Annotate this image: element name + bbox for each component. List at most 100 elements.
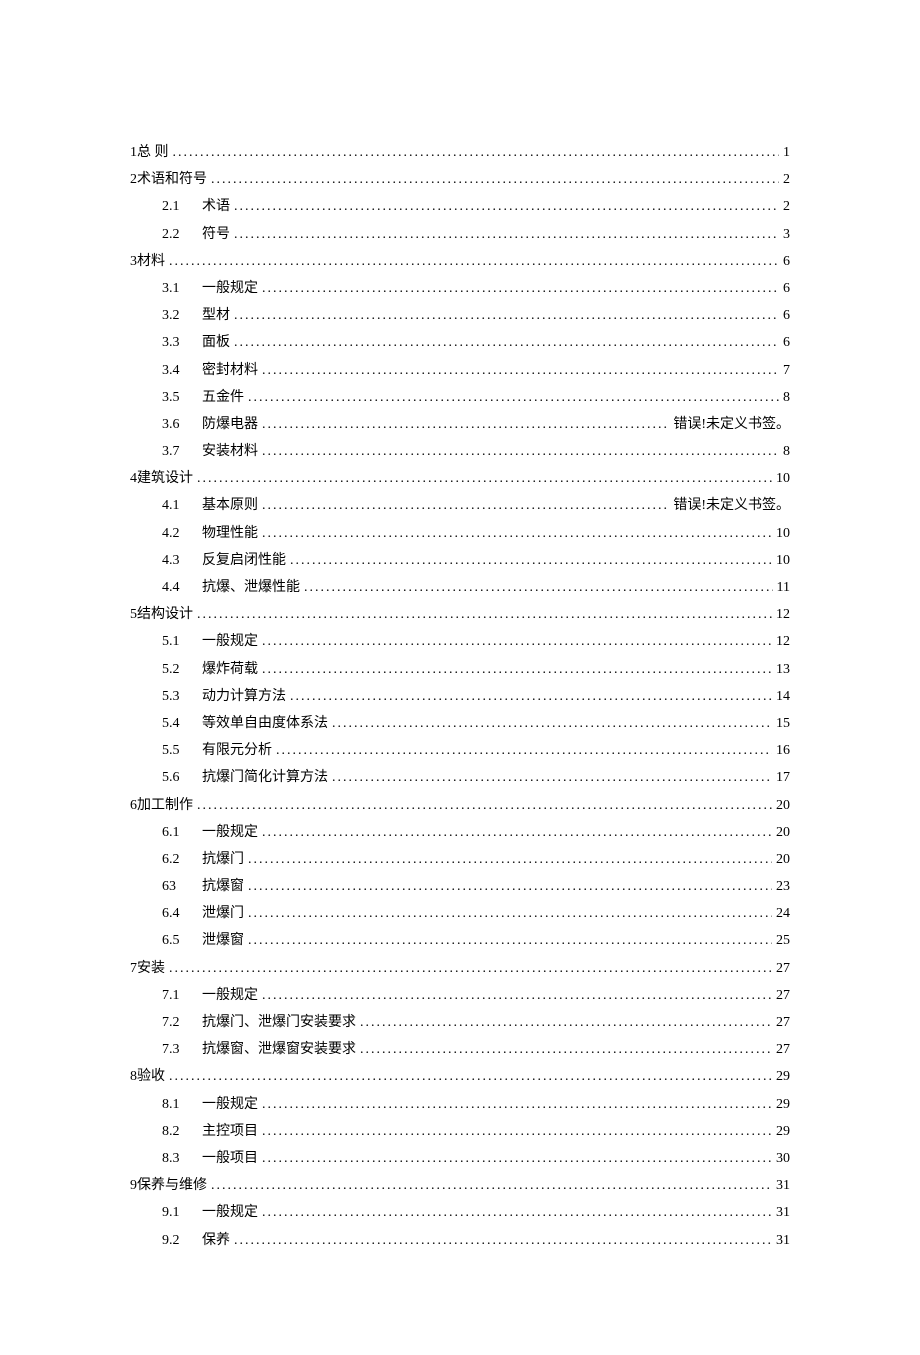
toc-leader-dots — [262, 657, 772, 682]
toc-page-number: 27 — [776, 1037, 790, 1062]
toc-section-title: 泄爆门 — [202, 901, 244, 926]
toc-leader-dots — [211, 1173, 772, 1198]
toc-section-title: 抗爆门 — [202, 847, 244, 872]
toc-section-title: 动力计算方法 — [202, 684, 286, 709]
toc-section-number: 3.6 — [162, 412, 202, 437]
toc-leader-dots — [262, 629, 772, 654]
toc-section-number: 3.2 — [162, 303, 202, 328]
toc-entry: 4.3反复启闭性能10 — [130, 548, 790, 573]
toc-leader-dots — [262, 412, 669, 437]
toc-entry: 2 术语和符号2 — [130, 167, 790, 192]
toc-section-title: 主控项目 — [202, 1119, 258, 1144]
toc-section-number: 6.1 — [162, 820, 202, 845]
toc-page-number: 31 — [776, 1173, 790, 1198]
toc-section-number: 3.3 — [162, 330, 202, 355]
toc-section-number: 3.7 — [162, 439, 202, 464]
toc-page-number: 20 — [776, 793, 790, 818]
toc-page-number: 6 — [783, 330, 790, 355]
toc-page-number: 10 — [776, 548, 790, 573]
toc-chapter-number: 5 — [130, 602, 137, 627]
toc-chapter-title: 材料 — [137, 249, 165, 274]
table-of-contents: 1 总 则12 术语和符号22.1术语22.2符号33 材料63.1一般规定63… — [130, 140, 790, 1253]
toc-entry: 2.1术语2 — [130, 194, 790, 219]
toc-leader-dots — [197, 466, 772, 491]
toc-entry: 2.2符号3 — [130, 222, 790, 247]
toc-leader-dots — [248, 874, 772, 899]
toc-page-number: 14 — [776, 684, 790, 709]
toc-page-number: 29 — [776, 1092, 790, 1117]
toc-chapter-number: 2 — [130, 167, 137, 192]
toc-leader-dots — [169, 249, 779, 274]
toc-entry: 3 材料6 — [130, 249, 790, 274]
toc-entry: 5.4等效单自由度体系法15 — [130, 711, 790, 736]
toc-section-number: 2.1 — [162, 194, 202, 219]
toc-section-title: 一般规定 — [202, 820, 258, 845]
toc-leader-dots — [304, 575, 773, 600]
toc-page-number: 错误!未定义书签。 — [673, 493, 790, 518]
toc-leader-dots — [262, 820, 772, 845]
toc-page-number: 27 — [776, 1010, 790, 1035]
toc-entry: 5.1一般规定12 — [130, 629, 790, 654]
toc-entry: 9.1一般规定31 — [130, 1200, 790, 1225]
toc-leader-dots — [197, 602, 772, 627]
toc-section-number: 63 — [162, 874, 202, 899]
toc-entry: 6.1一般规定20 — [130, 820, 790, 845]
toc-section-number: 5.1 — [162, 629, 202, 654]
toc-entry: 3.2型材6 — [130, 303, 790, 328]
toc-page-number: 20 — [776, 847, 790, 872]
toc-chapter-number: 1 — [130, 140, 137, 165]
toc-leader-dots — [262, 276, 779, 301]
toc-section-title: 抗爆、泄爆性能 — [202, 575, 300, 600]
toc-chapter-title: 保养与维修 — [137, 1173, 207, 1198]
toc-entry: 4 建筑设计10 — [130, 466, 790, 491]
toc-page-number: 6 — [783, 303, 790, 328]
toc-section-title: 抗爆门简化计算方法 — [202, 765, 328, 790]
toc-entry: 5.6抗爆门简化计算方法17 — [130, 765, 790, 790]
toc-leader-dots — [248, 901, 772, 926]
toc-section-title: 有限元分析 — [202, 738, 272, 763]
toc-section-number: 9.2 — [162, 1228, 202, 1253]
toc-section-title: 密封材料 — [202, 358, 258, 383]
toc-leader-dots — [211, 167, 779, 192]
toc-entry: 3.4密封材料7 — [130, 358, 790, 383]
toc-leader-dots — [290, 548, 772, 573]
toc-leader-dots — [262, 493, 669, 518]
toc-section-title: 五金件 — [202, 385, 244, 410]
toc-page-number: 29 — [776, 1064, 790, 1089]
toc-page-number: 2 — [783, 167, 790, 192]
toc-leader-dots — [360, 1037, 772, 1062]
toc-section-number: 8.2 — [162, 1119, 202, 1144]
toc-page-number: 15 — [776, 711, 790, 736]
toc-section-number: 5.4 — [162, 711, 202, 736]
toc-page-number: 13 — [776, 657, 790, 682]
toc-section-title: 防爆电器 — [202, 412, 258, 437]
toc-page-number: 30 — [776, 1146, 790, 1171]
toc-leader-dots — [234, 330, 779, 355]
toc-entry: 3.7安装材料8 — [130, 439, 790, 464]
toc-section-number: 4.2 — [162, 521, 202, 546]
toc-section-title: 爆炸荷载 — [202, 657, 258, 682]
toc-entry: 7 安装27 — [130, 956, 790, 981]
toc-section-title: 一般规定 — [202, 1200, 258, 1225]
toc-entry: 7.3抗爆窗、泄爆窗安装要求27 — [130, 1037, 790, 1062]
toc-page-number: 1 — [783, 140, 790, 165]
toc-entry: 3.1一般规定6 — [130, 276, 790, 301]
toc-entry: 8 验收29 — [130, 1064, 790, 1089]
toc-entry: 9 保养与维修31 — [130, 1173, 790, 1198]
toc-leader-dots — [248, 928, 772, 953]
toc-page-number: 16 — [776, 738, 790, 763]
toc-section-title: 物理性能 — [202, 521, 258, 546]
toc-section-number: 4.4 — [162, 575, 202, 600]
toc-section-number: 7.1 — [162, 983, 202, 1008]
toc-leader-dots — [262, 1146, 772, 1171]
toc-leader-dots — [262, 521, 772, 546]
toc-leader-dots — [290, 684, 772, 709]
toc-page-number: 11 — [777, 575, 790, 600]
toc-entry: 8.1一般规定29 — [130, 1092, 790, 1117]
toc-leader-dots — [262, 1119, 772, 1144]
toc-section-title: 抗爆窗 — [202, 874, 244, 899]
toc-leader-dots — [262, 1200, 772, 1225]
toc-page-number: 10 — [776, 466, 790, 491]
toc-section-number: 8.1 — [162, 1092, 202, 1117]
toc-leader-dots — [169, 1064, 772, 1089]
